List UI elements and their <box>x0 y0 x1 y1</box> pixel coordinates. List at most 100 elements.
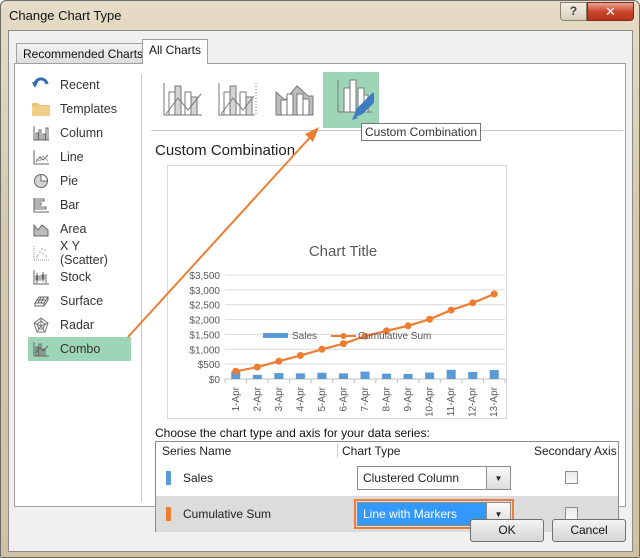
y-tick-label: $500 <box>198 360 221 371</box>
series-config-table: Series Name Chart Type Secondary Axis Sa… <box>155 441 619 532</box>
tab-all-charts[interactable]: All Charts <box>142 39 209 64</box>
x-tick-label: 1-Apr <box>231 386 242 411</box>
sidebar-item-stock[interactable]: Stock <box>28 265 131 289</box>
sidebar-item-label: Surface <box>60 294 104 308</box>
x-tick-label: 3-Apr <box>274 386 285 411</box>
y-tick-label: $1,000 <box>189 345 220 356</box>
title-bar[interactable]: Change Chart Type ? ✕ <box>1 1 639 31</box>
radar-chart-icon <box>31 316 51 334</box>
chart-type-value: Clustered Column <box>363 471 460 485</box>
header-secondary-axis: Secondary Axis <box>534 444 617 458</box>
sidebar-item-label: Radar <box>60 318 95 332</box>
x-tick-label: 2-Apr <box>252 386 263 411</box>
sales-bar <box>403 373 413 379</box>
cumulative-sum-marker <box>296 352 304 360</box>
sidebar-item-line[interactable]: Line <box>28 145 131 169</box>
combo-chart-icon <box>31 340 51 358</box>
sidebar-item-label: Area <box>60 222 87 236</box>
x-tick-label: 9-Apr <box>403 386 414 411</box>
all-charts-panel: Recent Templates Column Line Pie Bar Are… <box>14 63 626 532</box>
sales-bar <box>360 371 370 379</box>
cumulative-sum-marker <box>253 363 261 371</box>
sidebar-item-templates[interactable]: Templates <box>28 97 131 121</box>
chart-title: Chart Title <box>309 243 377 260</box>
column-line-secondary-icon <box>218 82 260 119</box>
x-tick-label: 4-Apr <box>295 386 306 411</box>
subtype-custom-combination[interactable] <box>323 72 379 128</box>
y-tick-label: $2,000 <box>189 316 220 327</box>
sidebar-item-label: Pie <box>60 174 79 188</box>
column-divider <box>337 444 338 458</box>
subtype-column-line[interactable] <box>155 72 211 128</box>
sidebar-item-label: Stock <box>60 270 92 284</box>
folder-icon <box>31 100 51 118</box>
series-color-swatch <box>166 471 171 485</box>
close-button[interactable]: ✕ <box>587 2 634 21</box>
cumulative-sum-marker <box>469 299 477 307</box>
header-chart-type: Chart Type <box>342 444 401 458</box>
y-tick-label: $3,000 <box>189 286 220 297</box>
sales-bar <box>382 373 392 379</box>
sales-bar <box>252 374 262 379</box>
series-config-prompt: Choose the chart type and axis for your … <box>155 426 430 440</box>
sidebar-item-column[interactable]: Column <box>28 121 131 145</box>
subtype-area-column[interactable] <box>267 72 323 128</box>
stock-chart-icon <box>31 268 51 286</box>
dropdown-arrow-icon[interactable]: ▼ <box>486 467 510 489</box>
tab-recommended-charts[interactable]: Recommended Charts <box>16 43 151 64</box>
cumulative-sum-marker <box>490 290 498 298</box>
subtype-tooltip: Custom Combination <box>361 123 482 141</box>
cumulative-sum-marker <box>447 306 455 314</box>
series-row-cumulative-sum[interactable]: Cumulative Sum Line with Markers ▼ <box>156 496 618 532</box>
ok-button[interactable]: OK <box>470 519 544 542</box>
help-button[interactable]: ? <box>560 2 587 21</box>
chart-preview: Chart Title $0 $500 $1,000 $1,500 $2,000 $2,50… <box>167 165 507 419</box>
sales-bar <box>489 370 499 379</box>
section-title: Custom Combination <box>155 142 296 159</box>
sidebar-item-radar[interactable]: Radar <box>28 313 131 337</box>
sidebar-item-bar[interactable]: Bar <box>28 193 131 217</box>
chart-type-value: Line with Markers <box>363 507 458 521</box>
secondary-axis-checkbox[interactable] <box>565 471 578 484</box>
series-name: Cumulative Sum <box>183 507 272 521</box>
chart-type-select[interactable]: Clustered Column ▼ <box>357 466 511 490</box>
y-tick-label: $3,500 <box>189 271 220 282</box>
y-tick-label: $0 <box>209 375 221 386</box>
pie-chart-icon <box>31 172 51 190</box>
x-tick-label: 10-Apr <box>425 386 436 417</box>
surface-chart-icon <box>31 292 51 310</box>
column-chart-icon <box>31 124 51 142</box>
subtype-column-line-secondary[interactable] <box>211 72 267 128</box>
combo-chart: Chart Title $0 $500 $1,000 $1,500 $2,000 $2,50… <box>189 243 506 417</box>
sidebar-item-label: Templates <box>60 102 117 116</box>
column-line-combo-icon <box>163 82 203 119</box>
sidebar-item-label: Recent <box>60 78 100 92</box>
sales-bar <box>446 369 456 379</box>
sidebar-item-area[interactable]: Area <box>28 217 131 241</box>
sidebar-item-combo[interactable]: Combo <box>28 337 131 361</box>
x-tick-label: 11-Apr <box>446 386 457 416</box>
series-row-sales[interactable]: Sales Clustered Column ▼ <box>156 460 618 496</box>
sidebar-item-label: Combo <box>60 342 101 356</box>
legend-sales-swatch <box>263 333 288 338</box>
chart-type-sidebar: Recent Templates Column Line Pie Bar Are… <box>15 64 145 506</box>
x-tick-label: 8-Apr <box>382 386 393 411</box>
bar-chart-icon <box>31 196 51 214</box>
series-color-swatch <box>166 507 171 521</box>
sidebar-item-label: Line <box>60 150 84 164</box>
x-tick-label: 13-Apr <box>489 386 500 417</box>
sidebar-item-label: Column <box>60 126 104 140</box>
cancel-button[interactable]: Cancel <box>552 519 626 542</box>
recent-icon <box>31 76 51 94</box>
cumulative-sum-marker <box>426 315 434 323</box>
sidebar-item-surface[interactable]: Surface <box>28 289 131 313</box>
sidebar-item-recent[interactable]: Recent <box>28 73 131 97</box>
x-tick-label: 5-Apr <box>317 386 328 411</box>
sidebar-item-label: X Y (Scatter) <box>59 239 108 267</box>
cumulative-sum-marker <box>404 322 412 330</box>
custom-combination-icon <box>328 77 379 124</box>
sales-bar <box>317 372 327 379</box>
sidebar-item-scatter[interactable]: X Y (Scatter) <box>28 239 131 267</box>
area-column-combo-icon <box>275 82 315 119</box>
sidebar-item-pie[interactable]: Pie <box>28 169 131 193</box>
